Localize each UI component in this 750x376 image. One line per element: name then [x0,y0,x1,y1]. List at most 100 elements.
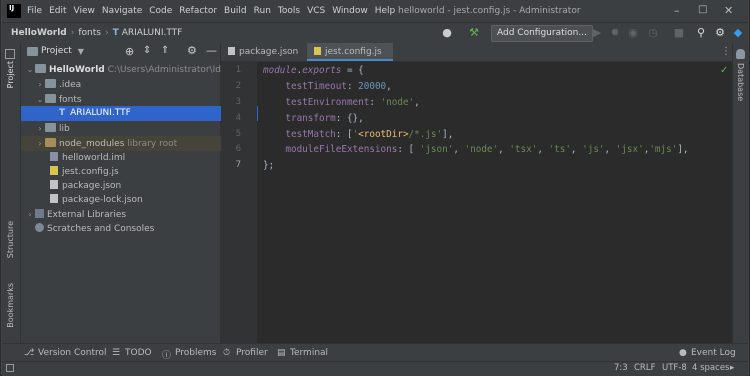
hide-panel-icon[interactable]: — [206,44,217,57]
menu-edit[interactable]: Edit [49,6,66,16]
navigation-bar: HelloWorld › fonts › T ARIALUNI.TTF ● ⚒ … [2,22,748,44]
menu-run[interactable]: Run [254,6,271,16]
problems-tab[interactable]: Problems [175,348,216,358]
window-title: helloworld - jest.config.js - Administra… [398,6,581,16]
code-line: }; [263,160,275,171]
tree-item-label: fonts [59,95,82,105]
code-line: moduleFileExtensions: [ 'json', 'node', … [285,144,689,155]
line-number: 7 [235,160,241,170]
build-hammer-icon[interactable]: ⚒ [467,26,481,40]
breadcrumb-file[interactable]: ARIALUNI.TTF [122,28,183,38]
tab-package-json[interactable]: package.json ✕ [221,43,313,74]
app-logo-icon[interactable]: IJ [7,4,21,18]
line-number: 3 [235,97,241,107]
debug-icon[interactable]: ✹ [608,26,622,40]
chevron-right-icon[interactable]: › [35,136,45,151]
todo-tab[interactable]: TODO [125,348,152,358]
chevron-right-icon[interactable]: › [35,77,45,92]
menu-help[interactable]: Help [375,6,396,16]
user-icon[interactable]: ● [440,26,454,40]
tree-item-label: .idea [59,80,82,90]
expand-all-icon[interactable]: ⇕ [143,45,151,56]
stop-icon[interactable]: ■ [672,26,686,40]
profile-icon[interactable]: ◷ [646,26,660,40]
tree-item-hint: library root [127,139,178,149]
tree-item-label: jest.config.js [62,167,119,177]
breadcrumb-project[interactable]: HelloWorld [11,28,67,38]
project-tool-icon[interactable] [5,49,15,59]
tree-item-helloworld-iml[interactable]: helloworld.iml [21,151,248,166]
menu-build[interactable]: Build [224,6,247,16]
line-separator[interactable]: CRLF [634,363,655,373]
menu-navigate[interactable]: Navigate [102,6,142,16]
project-panel-header: Project ▼ ⊕ ⇕ ⇑ ⚙ — [21,43,220,59]
toolbox-app-icon[interactable]: ◆ [731,26,745,40]
menu-refactor[interactable]: Refactor [179,6,217,16]
menu-vcs[interactable]: VCS [307,6,325,16]
status-bar: 7:3 CRLF UTF-8 4 spaces ▸ [2,361,748,376]
locate-file-icon[interactable]: ⊕ [125,45,134,58]
menu-view[interactable]: View [74,6,95,16]
database-tool-tab[interactable]: Database [736,63,745,101]
bookmarks-tool-tab[interactable]: Bookmarks [6,283,15,328]
lock-icon[interactable]: ▸ [730,363,734,373]
tree-item-package-json[interactable]: package.json [21,179,248,194]
tab-jest-config[interactable]: jest.config.js ✕ [307,43,393,74]
line-number: 6 [235,144,241,154]
maximize-icon[interactable]: □ [698,4,707,15]
version-control-icon: ⎇ [24,348,35,358]
tree-item-label: Scratches and Consoles [47,224,155,234]
folder-icon [45,94,56,103]
menu-code[interactable]: Code [149,6,172,16]
chevron-down-icon[interactable]: ▼ [78,47,84,56]
chevron-right-icon[interactable]: › [25,207,35,222]
code-editor[interactable]: module.exports = { testTimeout: 20000, t… [258,62,732,343]
bottom-tool-bar: ⎇ Version Control ☰ TODO ⓘ Problems ⏱ Pr… [2,343,748,362]
tree-item-label: ARIALUNI.TTF [70,108,131,118]
tree-item-node-modules[interactable]: › node_modules library root [21,136,234,151]
chevron-down-icon[interactable]: ⌄ [35,92,45,107]
folder-icon [45,123,56,132]
tree-item-external-libraries[interactable]: › External Libraries [21,207,224,222]
tree-item-lib[interactable]: › lib [21,121,234,136]
tree-item-package-lock[interactable]: package-lock.json [21,193,248,208]
tab-menu-icon[interactable]: ⋮ [721,46,731,57]
settings-gear-icon[interactable]: ⚙ [713,26,727,40]
menu-file[interactable]: File [27,6,42,16]
version-control-tab[interactable]: Version Control [38,348,107,358]
event-log-tab[interactable]: Event Log [691,348,736,358]
chevron-down-icon[interactable]: ⌄ [25,62,35,77]
minimize-icon[interactable]: – [674,4,680,17]
caret-position[interactable]: 7:3 [614,363,628,373]
project-panel-title[interactable]: Project [41,46,72,56]
search-icon[interactable]: ⚲ [694,26,708,40]
gear-icon[interactable]: ⚙ [187,44,197,57]
structure-tool-tab[interactable]: Structure [6,221,15,258]
tree-item-fonts[interactable]: ⌄ fonts [21,92,234,107]
code-line: module.exports = { [263,65,364,76]
menu-tools[interactable]: Tools [278,6,300,16]
project-tool-tab[interactable]: Project [6,61,15,88]
breadcrumb-fonts[interactable]: fonts [78,28,101,38]
add-configuration-button[interactable]: Add Configuration... [491,25,593,42]
tree-item-label: helloworld.iml [62,153,126,163]
tool-windows-icon[interactable] [6,364,14,372]
coverage-icon[interactable]: ◉ [626,26,640,40]
folder-icon [35,64,46,73]
tree-item-idea[interactable]: › .idea [21,77,234,92]
run-icon[interactable]: ▶ [590,26,604,40]
tree-item-jest-config[interactable]: jest.config.js [21,165,248,180]
library-icon [35,209,44,218]
collapse-all-icon[interactable]: ⇑ [161,45,169,56]
tree-item-scratches[interactable]: Scratches and Consoles [21,222,234,237]
indent-setting[interactable]: 4 spaces [692,363,729,373]
file-encoding[interactable]: UTF-8 [662,363,687,373]
tree-item-helloworld[interactable]: ⌄ HelloWorld C:\Users\Administrator\IdeaP… [21,62,246,77]
database-icon[interactable] [736,49,745,59]
inspection-ok-icon[interactable]: ✓ [720,65,728,76]
terminal-tab[interactable]: Terminal [290,348,328,358]
profiler-tab[interactable]: Profiler [236,348,268,358]
close-icon[interactable]: ✕ [724,4,733,17]
chevron-right-icon[interactable]: › [35,121,45,136]
menu-window[interactable]: Window [332,6,368,16]
